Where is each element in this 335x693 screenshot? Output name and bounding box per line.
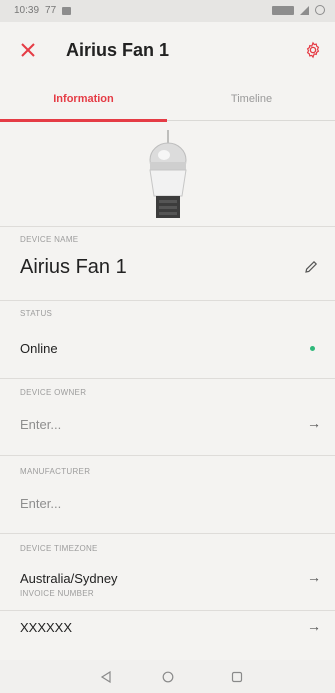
tab-information-label: Information — [53, 93, 114, 105]
invoice-number-label: INVOICE NUMBER — [20, 589, 94, 598]
divider — [0, 610, 335, 611]
back-triangle-icon — [100, 671, 111, 683]
divider — [0, 378, 335, 379]
recents-nav-button[interactable] — [226, 666, 248, 688]
divider — [0, 226, 335, 227]
device-timezone-value[interactable]: Australia/Sydney — [20, 571, 118, 586]
divider — [0, 533, 335, 534]
arrow-right-icon[interactable]: → — [307, 569, 321, 585]
notification-icon — [62, 6, 72, 15]
divider — [0, 300, 335, 301]
device-owner-label: DEVICE OWNER — [20, 388, 87, 397]
device-name-label: DEVICE NAME — [20, 235, 79, 244]
home-nav-button[interactable] — [157, 666, 179, 688]
system-nav-bar — [0, 660, 335, 693]
status-time: 10:39 — [14, 5, 40, 16]
device-owner-input[interactable]: Enter... — [20, 417, 61, 432]
signal-icon — [300, 5, 309, 15]
tab-active-indicator — [0, 119, 167, 122]
status-bar: 10:39 77 — [0, 0, 335, 22]
app-header: Airius Fan 1 — [0, 22, 335, 78]
screen: 10:39 77 Airius Fan 1 Information Timeli… — [0, 0, 335, 693]
invoice-number-value[interactable]: XXXXXX — [20, 620, 72, 635]
divider — [0, 455, 335, 456]
device-name-value: Airius Fan 1 — [20, 256, 127, 278]
manufacturer-label: MANUFACTURER — [20, 467, 91, 476]
wifi-badge-icon — [272, 5, 294, 15]
tab-bar: Information Timeline — [0, 78, 335, 122]
back-nav-button[interactable] — [95, 666, 117, 688]
close-icon — [21, 43, 35, 57]
status-extra: 77 — [45, 5, 57, 16]
status-value: Online — [20, 341, 58, 356]
device-timezone-label: DEVICE TIMEZONE — [20, 544, 98, 553]
manufacturer-input[interactable]: Enter... — [20, 496, 61, 511]
recents-square-icon — [231, 671, 243, 683]
close-button[interactable] — [14, 36, 42, 64]
tab-timeline[interactable]: Timeline — [168, 78, 335, 120]
edit-pencil-icon[interactable] — [303, 259, 319, 275]
arrow-right-icon[interactable]: → — [307, 415, 321, 431]
settings-button[interactable] — [299, 36, 327, 64]
online-status-dot — [310, 346, 315, 351]
arrow-right-icon[interactable]: → — [307, 618, 321, 634]
home-circle-icon — [162, 671, 174, 683]
status-label: STATUS — [20, 309, 53, 318]
page-title: Airius Fan 1 — [66, 40, 170, 60]
device-image — [149, 130, 187, 218]
gear-icon — [306, 41, 320, 59]
tab-information[interactable]: Information — [0, 78, 167, 122]
tab-timeline-label: Timeline — [230, 93, 273, 105]
battery-icon — [315, 5, 325, 15]
